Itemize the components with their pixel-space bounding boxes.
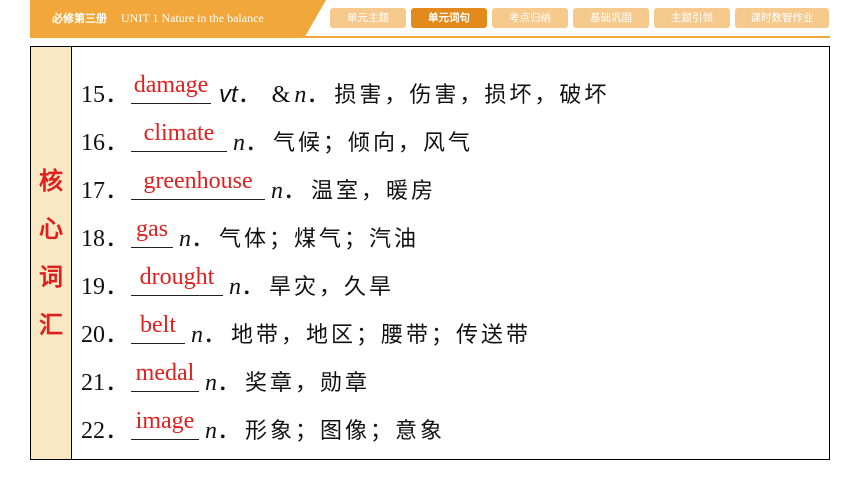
answer-word: image <box>135 408 195 434</box>
section-label-char: 汇 <box>39 311 63 339</box>
vocabulary-list: 15． damage vt ． & n ． 损害，伤害，损坏，破坏 16． clim… <box>81 71 609 455</box>
definition: 损害，伤害，损坏，破坏 <box>334 83 610 108</box>
part-of-speech-2: n <box>294 82 307 108</box>
part-of-speech: vt <box>219 81 238 108</box>
definition: 旱灾，久旱 <box>269 275 395 300</box>
vocabulary-panel: 核 心 词 汇 15． damage vt ． & n ． 损害，伤害，损坏，破坏 … <box>30 46 830 460</box>
answer-word: damage <box>133 72 209 98</box>
definition: 气候；倾向，风气 <box>273 131 474 156</box>
part-of-speech: n <box>179 226 191 252</box>
tab-homework[interactable]: 课时数智作业 <box>735 8 829 28</box>
item-number: 17． <box>81 178 129 204</box>
answer-blank: drought <box>131 264 223 296</box>
answer-word: greenhouse <box>143 168 253 194</box>
answer-blank: medal <box>131 360 199 392</box>
section-label-char: 心 <box>39 215 63 243</box>
list-item: 15． damage vt ． & n ． 损害，伤害，损坏，破坏 <box>81 71 609 119</box>
item-number: 22． <box>81 418 129 444</box>
answer-blank: climate <box>131 120 227 152</box>
tab-unit-vocabulary[interactable]: 单元词句 <box>411 8 487 28</box>
header-divider <box>30 36 830 38</box>
definition: 温室，暖房 <box>311 179 437 204</box>
list-item: 19． drought n ． 旱灾，久旱 <box>81 263 609 311</box>
answer-blank: gas <box>131 216 173 248</box>
answer-blank: damage <box>131 72 211 104</box>
answer-blank: greenhouse <box>131 168 265 200</box>
section-label-char: 词 <box>39 263 63 291</box>
item-number: 21． <box>81 370 129 396</box>
list-item: 17． greenhouse n ． 温室，暖房 <box>81 167 609 215</box>
answer-blank: image <box>131 408 199 440</box>
part-of-speech: n <box>271 178 283 204</box>
part-of-speech: n <box>205 370 217 396</box>
part-of-speech: n <box>229 274 241 300</box>
definition: 奖章，勋章 <box>245 371 371 396</box>
list-item: 16． climate n ． 气候；倾向，风气 <box>81 119 609 167</box>
tab-unit-theme[interactable]: 单元主题 <box>330 8 406 28</box>
top-bar: 必修第三册 UNIT 1 Nature in the balance 单元主题 … <box>0 0 860 38</box>
part-of-speech: n <box>233 130 245 156</box>
answer-word: belt <box>140 312 176 338</box>
answer-word: drought <box>139 264 215 290</box>
list-item: 20． belt n ． 地带，地区；腰带；传送带 <box>81 311 609 359</box>
item-number: 16． <box>81 130 129 156</box>
tab-key-points[interactable]: 考点归纳 <box>492 8 568 28</box>
book-title: 必修第三册 <box>52 12 107 25</box>
item-number: 18． <box>81 226 129 252</box>
list-item: 18． gas n ． 气体；煤气；汽油 <box>81 215 609 263</box>
definition: 形象；图像；意象 <box>245 419 446 444</box>
section-tabs: 单元主题 单元词句 考点归纳 基础巩固 主题引领 课时数智作业 <box>330 8 829 28</box>
item-number: 15． <box>81 82 129 108</box>
tab-basic-practice[interactable]: 基础巩固 <box>573 8 649 28</box>
unit-title: UNIT 1 Nature in the balance <box>121 10 264 25</box>
item-number: 19． <box>81 274 129 300</box>
answer-word: climate <box>143 120 215 146</box>
list-item: 21． medal n ． 奖章，勋章 <box>81 359 609 407</box>
answer-word: gas <box>136 216 168 242</box>
item-number: 20． <box>81 322 129 348</box>
answer-word: medal <box>135 360 195 386</box>
answer-blank: belt <box>131 312 185 344</box>
part-of-speech: n <box>205 418 217 444</box>
definition: 气体；煤气；汽油 <box>219 227 420 252</box>
breadcrumb: 必修第三册 UNIT 1 Nature in the balance <box>30 0 326 36</box>
definition: 地带，地区；腰带；传送带 <box>231 323 532 348</box>
list-item: 22． image n ． 形象；图像；意象 <box>81 407 609 455</box>
tab-theme-guide[interactable]: 主题引领 <box>654 8 730 28</box>
section-label: 核 心 词 汇 <box>31 47 72 459</box>
part-of-speech: n <box>191 322 203 348</box>
section-label-char: 核 <box>39 167 63 195</box>
